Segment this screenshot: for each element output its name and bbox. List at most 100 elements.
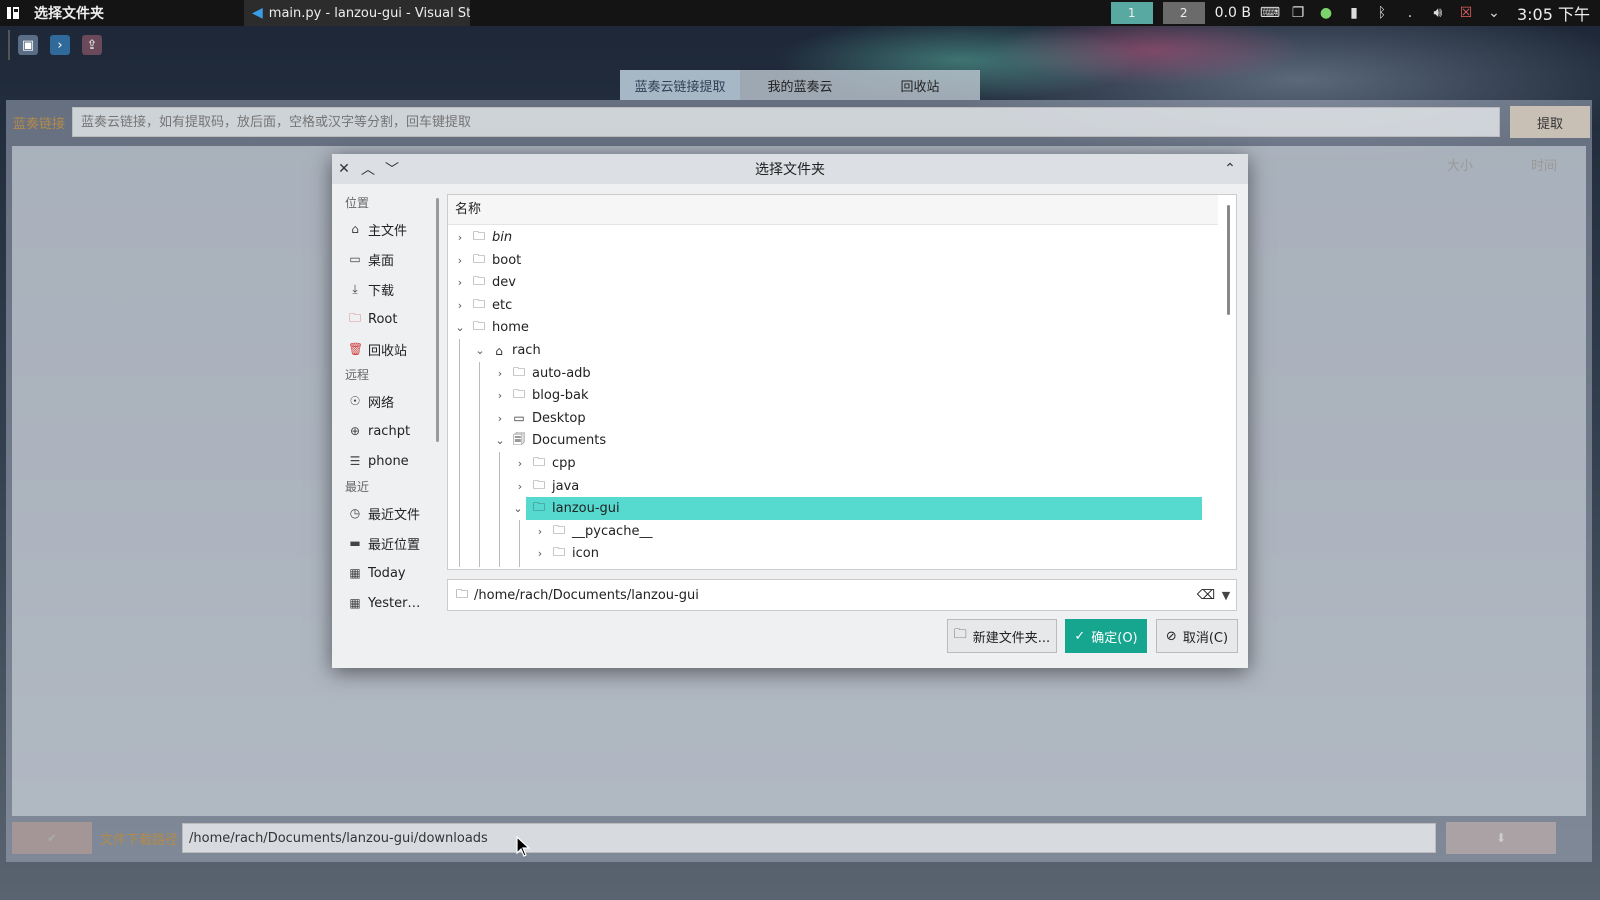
places-scrollbar[interactable] bbox=[436, 198, 439, 442]
ok-button[interactable]: ✓ 确定(O) bbox=[1065, 619, 1147, 653]
chevron-right-icon[interactable]: › bbox=[534, 525, 546, 538]
tree-row[interactable]: ⌄ ⌂ rach bbox=[474, 339, 540, 362]
calendar-icon: ▦ bbox=[349, 596, 361, 610]
place-item-label: 回收站 bbox=[368, 343, 408, 359]
new-folder-button[interactable]: 🗀 新建文件夹... bbox=[947, 619, 1057, 653]
download-button[interactable]: ⬇ bbox=[1446, 822, 1556, 854]
place-item[interactable]: ◷ 最近文件 bbox=[340, 498, 442, 528]
chevron-right-icon[interactable]: › bbox=[454, 299, 466, 312]
tree-row-label: dev bbox=[492, 275, 516, 291]
chevron-down-icon[interactable]: ⌄ bbox=[1485, 4, 1503, 22]
computer-icon[interactable]: ▣ bbox=[18, 35, 38, 55]
bluetooth-icon[interactable]: ᛒ bbox=[1373, 4, 1391, 22]
shade-icon[interactable]: ⌃ bbox=[1218, 154, 1242, 184]
chevron-right-icon[interactable]: › bbox=[494, 412, 506, 425]
download-path-input[interactable] bbox=[182, 823, 1436, 853]
place-item-label: 主文件 bbox=[368, 223, 408, 239]
clipboard-icon[interactable]: ❐ bbox=[1289, 4, 1307, 22]
place-item[interactable]: ▬ 最近位置 bbox=[340, 528, 442, 558]
extract-button[interactable]: 提取 bbox=[1510, 106, 1590, 138]
merge-toggle[interactable]: ✔ bbox=[12, 822, 92, 854]
clock[interactable]: 3:05 下午 bbox=[1517, 1, 1590, 25]
usb-icon[interactable]: ▮ bbox=[1345, 4, 1363, 22]
path-input[interactable]: /home/rach/Documents/lanzou-gui bbox=[474, 588, 1196, 603]
cancel-button[interactable]: ⊘ 取消(C) bbox=[1156, 619, 1238, 653]
link-input[interactable] bbox=[72, 107, 1500, 137]
chevron-down-icon[interactable]: ⌄ bbox=[454, 321, 466, 334]
tree-row[interactable]: › 🗀 icon bbox=[534, 542, 599, 565]
column-time[interactable]: 时间 bbox=[1502, 155, 1586, 174]
tab-link-extract[interactable]: 蓝奏云链接提取 bbox=[620, 70, 740, 100]
chevron-right-icon[interactable]: › bbox=[454, 231, 466, 244]
folder-icon: 🗀 bbox=[532, 500, 545, 515]
column-size[interactable]: 大小 bbox=[1418, 155, 1502, 174]
chevron-down-icon[interactable]: ⌄ bbox=[474, 344, 486, 357]
keyboard-icon[interactable]: ⌨ bbox=[1260, 4, 1280, 22]
tree-row[interactable]: › 🗀 dev bbox=[454, 271, 516, 294]
folder-icon: 🗀 bbox=[472, 229, 485, 243]
place-item[interactable]: ⊕ rachpt bbox=[340, 416, 442, 446]
calendar-icon: ▦ bbox=[349, 566, 361, 580]
tree-row[interactable]: ⌄ 🗀 home bbox=[454, 316, 528, 339]
maximize-icon[interactable]: ︿ bbox=[356, 154, 380, 184]
workspace-2-button[interactable]: 2 bbox=[1162, 2, 1205, 24]
tab-my-lanzou[interactable]: 我的蓝奏云 bbox=[740, 70, 860, 100]
dialog-titlebar[interactable]: ✕ ︿ ﹀ 选择文件夹 ⌃ bbox=[332, 154, 1248, 184]
chevron-down-icon[interactable]: ⌄ bbox=[512, 502, 524, 515]
chevron-right-icon[interactable]: › bbox=[494, 367, 506, 380]
tree-row[interactable]: › 🗀 bin bbox=[454, 226, 512, 249]
tree-row[interactable]: ⌄ 🗀 lanzou-gui bbox=[513, 497, 1202, 521]
dialog-title: 选择文件夹 bbox=[755, 162, 825, 178]
cancel-label: 取消(C) bbox=[1182, 630, 1229, 646]
tab-recycle-bin[interactable]: 回收站 bbox=[860, 70, 980, 100]
close-icon[interactable]: ✕ bbox=[332, 154, 356, 184]
tree-row-label: cpp bbox=[552, 456, 576, 471]
place-item[interactable]: ▭ 桌面 bbox=[340, 244, 442, 274]
update-check-icon[interactable]: ● bbox=[1317, 4, 1335, 22]
tree-row[interactable]: › 🗀 auto-adb bbox=[494, 362, 591, 385]
tree-scrollbar[interactable] bbox=[1227, 205, 1230, 315]
clear-icon[interactable]: ⌫ bbox=[1196, 588, 1216, 603]
tree-row[interactable]: › 🗀 cpp bbox=[514, 452, 576, 475]
place-item[interactable]: 🗀 Root bbox=[340, 304, 442, 334]
app-menu-icon[interactable] bbox=[2, 0, 24, 26]
chevron-right-icon[interactable]: › bbox=[514, 457, 526, 470]
column-name[interactable]: 名称 bbox=[448, 195, 1218, 225]
tree-row[interactable]: › 🗀 blog-bak bbox=[494, 384, 589, 407]
minimize-icon[interactable]: ﹀ bbox=[380, 154, 404, 184]
place-item[interactable]: 🗑 回收站 bbox=[340, 334, 442, 364]
place-item[interactable]: ▦ Today bbox=[340, 558, 442, 588]
screen-icon[interactable]: ☒ bbox=[1457, 4, 1475, 22]
place-item[interactable]: ⌂ 主文件 bbox=[340, 214, 442, 244]
place-item[interactable]: ☰ phone bbox=[340, 446, 442, 476]
tree-row[interactable]: › 🗀 boot bbox=[454, 249, 521, 272]
upload-icon[interactable]: ⇪ bbox=[82, 35, 102, 55]
folder-tree: 名称 › 🗀 bin › 🗀 boot › 🗀 dev › 🗀 etc ⌄ 🗀 home ⌄ ⌂ rach › 🗀 au… bbox=[447, 194, 1237, 570]
chevron-down-icon[interactable]: ⌄ bbox=[494, 434, 506, 447]
tree-row[interactable]: › ▭ Desktop bbox=[494, 407, 586, 430]
path-bar: 🗀 /home/rach/Documents/lanzou-gui ⌫ ▼ bbox=[447, 579, 1237, 611]
tree-row[interactable]: ⌄ 🗐 Documents bbox=[494, 429, 606, 452]
chevron-right-icon[interactable]: › bbox=[534, 547, 546, 560]
chevron-right-icon[interactable]: › bbox=[494, 389, 506, 402]
terminal-icon[interactable]: › bbox=[50, 35, 70, 55]
volume-icon[interactable]: 🔊︎ bbox=[1429, 4, 1447, 22]
tree-row-label: blog-bak bbox=[532, 388, 589, 404]
chevron-right-icon[interactable]: › bbox=[514, 480, 526, 493]
place-item[interactable]: ▦ Yester… bbox=[340, 588, 442, 618]
vscode-icon: ◀ bbox=[252, 5, 263, 21]
tree-row[interactable]: › 🗀 __pycache__ bbox=[534, 520, 653, 543]
folder-icon: 🗀 bbox=[532, 455, 545, 469]
tree-row[interactable]: › 🗀 etc bbox=[454, 294, 512, 317]
workspace-1-button[interactable]: 1 bbox=[1110, 2, 1153, 24]
chevron-right-icon[interactable]: › bbox=[454, 254, 466, 267]
place-item[interactable]: ☉ 网络 bbox=[340, 386, 442, 416]
chevron-right-icon[interactable]: › bbox=[454, 276, 466, 289]
tree-row[interactable]: › 🗀 java bbox=[514, 475, 579, 498]
chevron-down-icon[interactable]: ▼ bbox=[1216, 589, 1236, 602]
place-item[interactable]: ⤓ 下载 bbox=[340, 274, 442, 304]
taskbar-item-vscode[interactable]: ◀ main.py - lanzou-gui - Visual St… bbox=[244, 0, 470, 26]
places-section-header: 最近 bbox=[345, 480, 370, 494]
network-speed: 0.0 B bbox=[1214, 5, 1251, 21]
main-tabbar: 蓝奏云链接提取 我的蓝奏云 回收站 bbox=[620, 70, 980, 100]
